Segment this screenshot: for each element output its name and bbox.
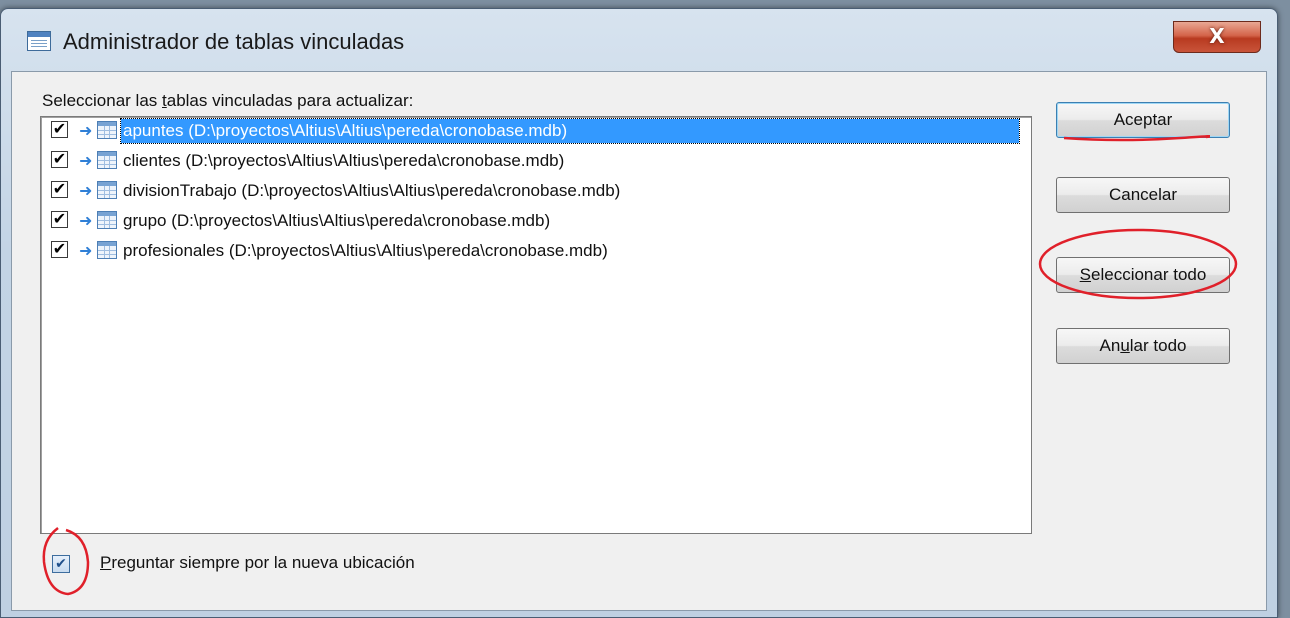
- table-icon: [97, 241, 117, 259]
- accept-button[interactable]: Aceptar: [1056, 102, 1230, 138]
- link-arrow-icon: ➜: [79, 151, 93, 170]
- item-checkbox[interactable]: ✔: [51, 241, 68, 258]
- item-label: grupo (D:\proyectos\Altius\Altius\pereda…: [123, 211, 551, 230]
- window-title: Administrador de tablas vinculadas: [63, 29, 405, 54]
- dialog-window: Administrador de tablas vinculadas X Sel…: [0, 8, 1278, 618]
- cancel-button[interactable]: Cancelar: [1056, 177, 1230, 213]
- link-arrow-icon: ➜: [79, 241, 93, 260]
- table-icon: [97, 181, 117, 199]
- item-label: divisionTrabajo (D:\proyectos\Altius\Alt…: [123, 181, 621, 200]
- always-ask-checkbox[interactable]: ✔: [52, 555, 70, 573]
- table-icon: [97, 151, 117, 169]
- linked-table-manager-icon: [27, 31, 51, 51]
- list-item[interactable]: ✔ ➜ grupo (D:\proyectos\Altius\Altius\pe…: [41, 207, 1031, 235]
- list-caption: Seleccionar las tablas vinculadas para a…: [42, 91, 414, 110]
- unselect-all-button[interactable]: Anular todo: [1056, 328, 1230, 364]
- linked-tables-list[interactable]: ✔ ➜ apuntes (D:\proyectos\Altius\Altius\…: [40, 116, 1032, 534]
- item-checkbox[interactable]: ✔: [51, 121, 68, 138]
- dialog-body: Seleccionar las tablas vinculadas para a…: [11, 71, 1267, 611]
- table-icon: [97, 211, 117, 229]
- list-item[interactable]: ✔ ➜ profesionales (D:\proyectos\Altius\A…: [41, 237, 1031, 265]
- list-item[interactable]: ✔ ➜ divisionTrabajo (D:\proyectos\Altius…: [41, 177, 1031, 205]
- item-checkbox[interactable]: ✔: [51, 211, 68, 228]
- table-icon: [97, 121, 117, 139]
- list-item[interactable]: ✔ ➜ apuntes (D:\proyectos\Altius\Altius\…: [41, 117, 1031, 145]
- close-button[interactable]: X: [1173, 21, 1261, 53]
- item-label: apuntes (D:\proyectos\Altius\Altius\pere…: [120, 118, 1020, 144]
- select-all-button[interactable]: Seleccionar todo: [1056, 257, 1230, 293]
- item-checkbox[interactable]: ✔: [51, 181, 68, 198]
- link-arrow-icon: ➜: [79, 181, 93, 200]
- item-label: profesionales (D:\proyectos\Altius\Altiu…: [123, 241, 608, 260]
- always-ask-label: Preguntar siempre por la nueva ubicación: [100, 553, 415, 572]
- list-item[interactable]: ✔ ➜ clientes (D:\proyectos\Altius\Altius…: [41, 147, 1031, 175]
- title-bar[interactable]: Administrador de tablas vinculadas X: [1, 9, 1277, 69]
- link-arrow-icon: ➜: [79, 121, 93, 140]
- item-checkbox[interactable]: ✔: [51, 151, 68, 168]
- item-label: clientes (D:\proyectos\Altius\Altius\per…: [123, 151, 565, 170]
- link-arrow-icon: ➜: [79, 211, 93, 230]
